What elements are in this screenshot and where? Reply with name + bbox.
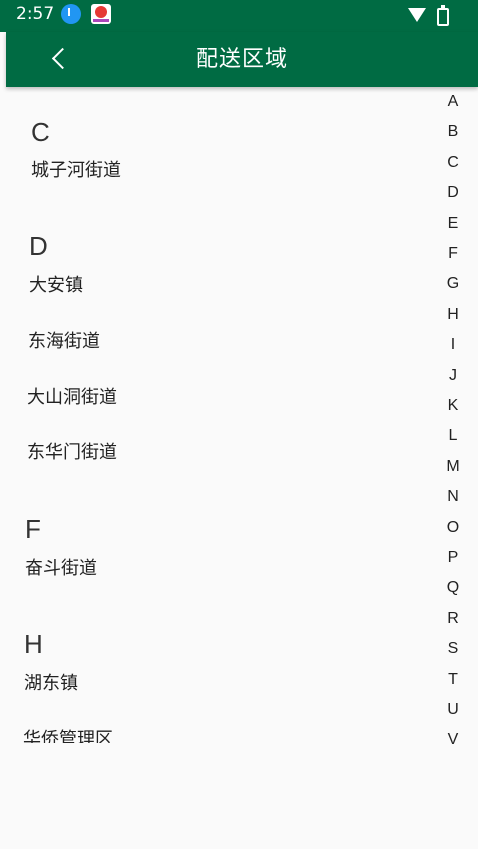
- list-item[interactable]: 华侨管理区: [23, 727, 113, 743]
- app-bar: 配送区域: [6, 32, 478, 87]
- index-letter-h[interactable]: H: [438, 305, 468, 325]
- list-item[interactable]: 城子河街道: [31, 158, 121, 184]
- status-time: 2:57: [16, 4, 55, 24]
- battery-icon: [437, 5, 449, 26]
- status-bar: 2:57: [0, 0, 478, 32]
- list-item[interactable]: 大安镇: [29, 273, 83, 299]
- alphabet-index-bar[interactable]: ABCDEFGHIJKLMNOPQRSTUV: [438, 92, 468, 748]
- index-letter-a[interactable]: A: [438, 92, 468, 112]
- index-letter-q[interactable]: Q: [438, 578, 468, 598]
- index-letter-u[interactable]: U: [438, 700, 468, 720]
- index-letter-s[interactable]: S: [438, 639, 468, 659]
- index-letter-b[interactable]: B: [438, 122, 468, 142]
- index-letter-c[interactable]: C: [438, 153, 468, 173]
- index-letter-k[interactable]: K: [438, 396, 468, 416]
- wifi-icon: [408, 8, 426, 22]
- section-letter-h: H: [24, 629, 43, 659]
- section-letter-c: C: [31, 117, 50, 147]
- list-item[interactable]: 东海街道: [28, 329, 100, 355]
- list-item[interactable]: 大山洞街道: [27, 385, 117, 411]
- index-letter-m[interactable]: M: [438, 457, 468, 477]
- index-letter-e[interactable]: E: [438, 214, 468, 234]
- list-item[interactable]: 奋斗街道: [25, 556, 97, 582]
- index-letter-p[interactable]: P: [438, 548, 468, 568]
- index-letter-d[interactable]: D: [438, 183, 468, 203]
- index-letter-r[interactable]: R: [438, 609, 468, 629]
- list-item[interactable]: 东华门街道: [27, 440, 117, 466]
- index-letter-n[interactable]: N: [438, 487, 468, 507]
- list-item[interactable]: 湖东镇: [24, 671, 78, 697]
- area-list[interactable]: C 城子河街道 D 大安镇 东海街道 大山洞街道 东华门街道 F 奋斗街道 H …: [0, 87, 430, 743]
- index-letter-l[interactable]: L: [438, 426, 468, 446]
- app-notification-icon: [91, 4, 111, 24]
- index-letter-v[interactable]: V: [438, 730, 468, 748]
- section-letter-d: D: [29, 231, 48, 261]
- section-letter-f: F: [25, 514, 41, 544]
- index-letter-f[interactable]: F: [438, 244, 468, 264]
- index-letter-j[interactable]: J: [438, 366, 468, 386]
- download-icon: [61, 4, 81, 24]
- index-letter-g[interactable]: G: [438, 274, 468, 294]
- index-letter-i[interactable]: I: [438, 335, 468, 355]
- page-title: 配送区域: [195, 47, 288, 72]
- index-letter-t[interactable]: T: [438, 670, 468, 690]
- index-letter-o[interactable]: O: [438, 518, 468, 538]
